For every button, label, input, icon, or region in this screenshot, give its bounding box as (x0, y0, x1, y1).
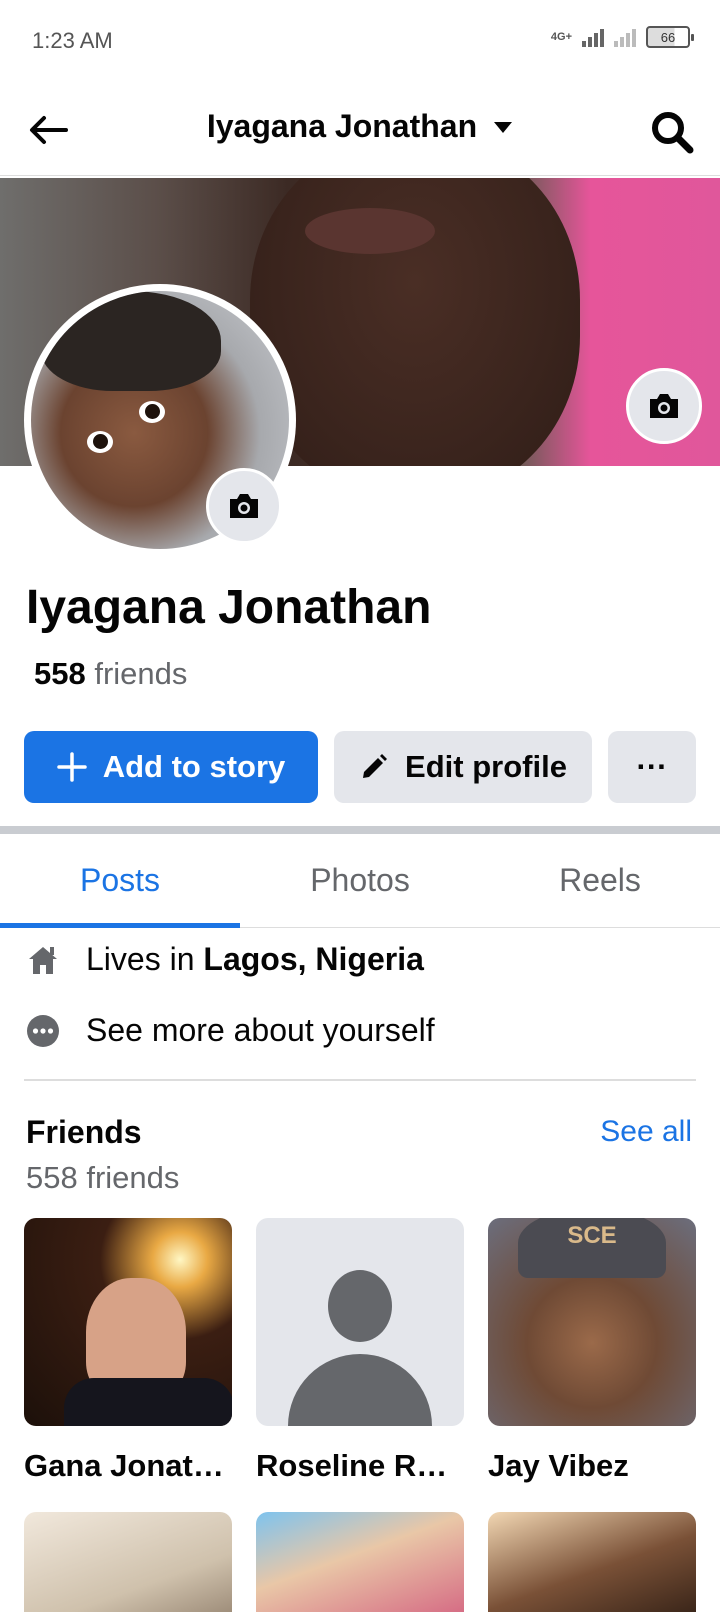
edit-profile-label: Edit profile (405, 749, 567, 784)
friend-card[interactable] (24, 1512, 232, 1612)
section-divider (0, 826, 720, 834)
friends-count-number: 558 (34, 656, 86, 691)
friends-grid: Gana Jonathan Roseline Roseline SCE Jay … (24, 1218, 696, 1612)
details-divider (24, 1079, 696, 1081)
signal-icon (582, 27, 604, 47)
camera-icon (650, 394, 678, 418)
status-icons: 4G+ 66 (550, 26, 694, 48)
search-icon (652, 112, 694, 154)
friend-photo (256, 1512, 464, 1612)
tab-posts[interactable]: Posts (0, 834, 240, 928)
friends-section-title: Friends (26, 1114, 142, 1150)
friend-photo (488, 1512, 696, 1612)
profile-tabs: Posts Photos Reels (0, 834, 720, 928)
default-avatar-icon (256, 1218, 464, 1426)
friends-count[interactable]: 558 friends (34, 656, 187, 692)
add-to-story-label: Add to story (102, 749, 286, 784)
home-icon (29, 946, 57, 974)
lives-in-row[interactable]: Lives in Lagos, Nigeria (26, 941, 424, 978)
friend-card[interactable]: Roseline Roseline (256, 1218, 464, 1484)
friend-photo (24, 1512, 232, 1612)
search-button[interactable] (644, 104, 700, 160)
friend-name: Gana Jonathan (24, 1448, 232, 1483)
tab-reels[interactable]: Reels (480, 834, 720, 927)
cover-photo-detail (305, 208, 435, 254)
plus-icon (56, 752, 87, 782)
signal-secondary-icon (614, 27, 636, 47)
profile-switcher[interactable]: Iyagana Jonathan (0, 108, 720, 145)
friend-card[interactable] (256, 1512, 464, 1612)
friend-card[interactable] (488, 1512, 696, 1612)
profile-name: Iyagana Jonathan (26, 581, 432, 634)
add-to-story-button[interactable]: Add to story (24, 731, 318, 803)
app-header: Iyagana Jonathan (0, 84, 720, 176)
friend-card[interactable]: SCE Jay Vibez (488, 1218, 696, 1484)
friends-count-label: friends (94, 656, 188, 691)
header-title: Iyagana Jonathan (206, 108, 478, 144)
friend-name: Jay Vibez (488, 1448, 629, 1483)
lives-in-place: Lagos, Nigeria (203, 941, 424, 977)
friends-section-count: 558 friends (26, 1160, 180, 1195)
status-bar: 1:23 AM 4G+ 66 (0, 0, 720, 80)
friend-photo-cap-text: SCE (518, 1218, 666, 1278)
battery-icon: 66 (646, 26, 694, 48)
status-time: 1:23 AM (32, 28, 113, 53)
profile-actions: Add to story Edit profile ··· (24, 731, 696, 803)
see-all-friends-link[interactable]: See all (600, 1115, 692, 1149)
edit-profile-picture-button[interactable] (206, 468, 282, 544)
edit-cover-button[interactable] (626, 368, 702, 444)
more-dots-icon (27, 1014, 59, 1047)
see-more-about-text: See more about yourself (86, 1012, 435, 1048)
more-icon: ··· (636, 749, 668, 784)
friend-photo (24, 1218, 232, 1426)
network-type: 4G+ (550, 31, 572, 43)
friend-name: Roseline Roseline (256, 1448, 464, 1483)
lives-in-prefix: Lives in (86, 941, 195, 977)
battery-level: 66 (660, 29, 676, 45)
see-more-about-row[interactable]: See more about yourself (26, 1012, 435, 1049)
edit-profile-button[interactable]: Edit profile (334, 731, 592, 803)
friend-card[interactable]: Gana Jonathan (24, 1218, 232, 1484)
caret-down-icon (494, 121, 513, 133)
camera-icon (230, 494, 258, 518)
lives-in-text: Lives in Lagos, Nigeria (86, 941, 424, 978)
pencil-icon (363, 754, 388, 778)
friend-photo: SCE (488, 1218, 696, 1426)
tab-photos[interactable]: Photos (240, 834, 480, 927)
more-options-button[interactable]: ··· (608, 731, 696, 803)
